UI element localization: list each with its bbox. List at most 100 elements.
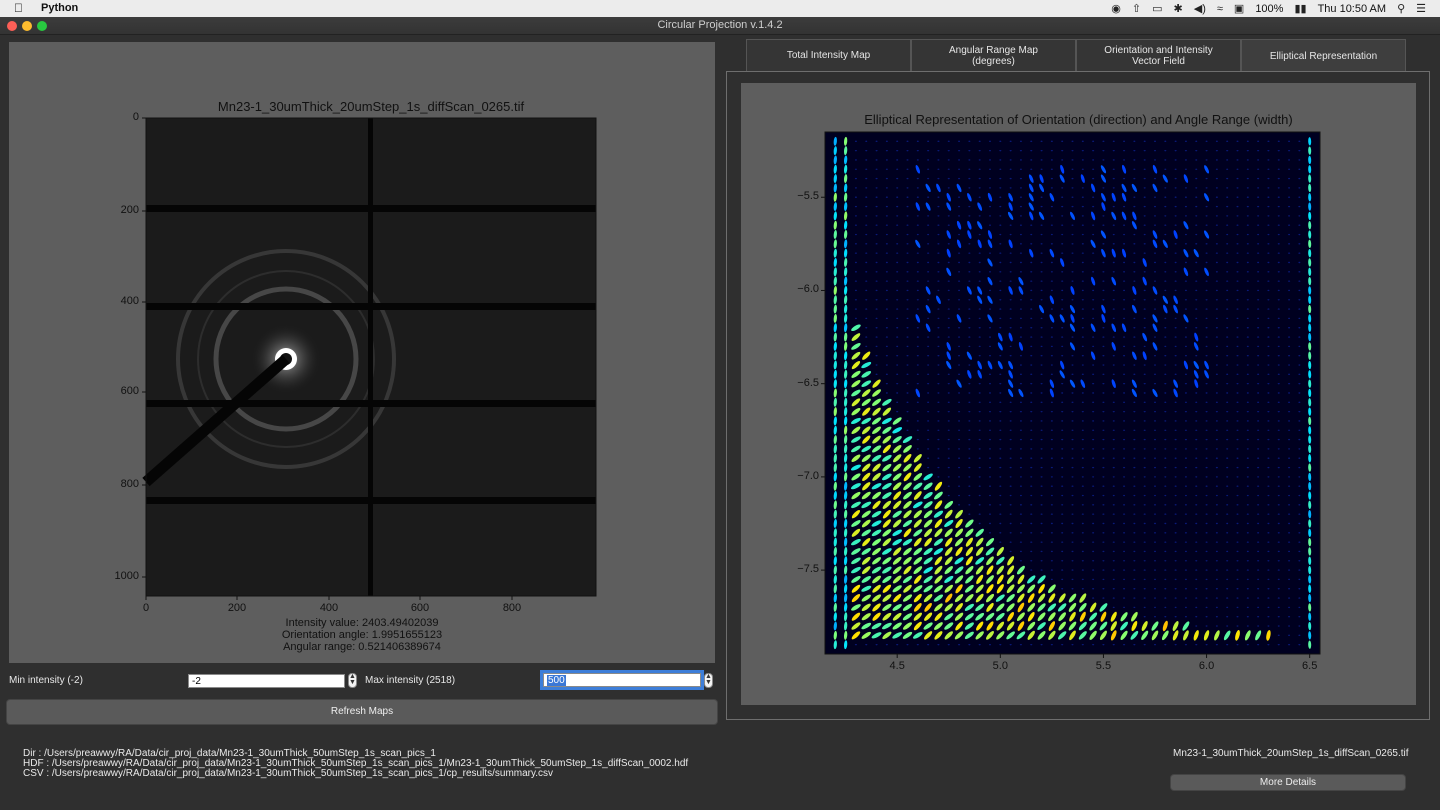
- orientation-ellipse: [865, 308, 868, 310]
- input-source-icon[interactable]: ▣: [1234, 2, 1244, 15]
- orientation-ellipse: [1061, 522, 1064, 525]
- orientation-ellipse: [947, 410, 950, 413]
- orientation-ellipse: [989, 401, 991, 404]
- orientation-ellipse: [927, 177, 930, 180]
- orientation-ellipse: [1184, 196, 1187, 198]
- min-intensity-input[interactable]: -2: [188, 674, 345, 688]
- orientation-ellipse: [1277, 606, 1280, 609]
- orientation-ellipse: [1123, 504, 1126, 506]
- orientation-ellipse: [1143, 420, 1146, 422]
- orientation-ellipse: [1215, 280, 1218, 282]
- tab-elliptical-representation[interactable]: Elliptical Representation: [1241, 39, 1406, 72]
- orientation-ellipse: [1040, 280, 1043, 282]
- orientation-ellipse: [1092, 224, 1095, 226]
- airplay-icon[interactable]: ▭: [1152, 2, 1162, 15]
- menubar-clock[interactable]: Thu 10:50 AM: [1318, 3, 1387, 15]
- search-icon[interactable]: ⚲: [1397, 2, 1405, 15]
- orientation-ellipse: [999, 429, 1002, 431]
- orientation-ellipse: [916, 299, 919, 301]
- tab-orientation-vector-field[interactable]: Orientation and Intensity Vector Field: [1076, 39, 1241, 71]
- battery-icon[interactable]: ▮▮: [1294, 2, 1306, 15]
- orientation-ellipse: [1009, 299, 1012, 301]
- orientation-ellipse: [1288, 541, 1291, 543]
- orientation-ellipse: [1267, 588, 1270, 590]
- orientation-ellipse: [958, 308, 961, 310]
- upload-icon[interactable]: ⇧: [1132, 2, 1141, 15]
- orientation-ellipse: [1277, 429, 1280, 431]
- orientation-ellipse: [854, 149, 857, 152]
- orientation-ellipse: [1205, 616, 1208, 618]
- orientation-ellipse: [968, 466, 971, 469]
- orientation-ellipse: [1215, 569, 1218, 571]
- orientation-ellipse: [916, 149, 919, 152]
- orientation-ellipse: [1071, 168, 1074, 170]
- orientation-ellipse: [958, 466, 961, 469]
- orientation-ellipse: [1102, 541, 1105, 543]
- wifi-icon[interactable]: ≈: [1217, 3, 1223, 15]
- orientation-ellipse: [1205, 420, 1208, 422]
- orientation-ellipse: [1215, 327, 1218, 329]
- elliptical-chart[interactable]: [741, 83, 1416, 705]
- orientation-ellipse: [1123, 271, 1126, 273]
- orientation-ellipse: [1277, 140, 1280, 143]
- bluetooth-icon[interactable]: ✱: [1174, 2, 1183, 15]
- tab-angular-range-map[interactable]: Angular Range Map (degrees): [911, 39, 1076, 71]
- orientation-ellipse: [1246, 149, 1249, 152]
- orientation-ellipse: [1205, 317, 1208, 320]
- orientation-ellipse: [968, 205, 971, 208]
- orientation-ellipse: [1061, 466, 1064, 469]
- orientation-ellipse: [1267, 625, 1270, 627]
- orientation-ellipse: [1143, 410, 1146, 413]
- orientation-ellipse: [1277, 616, 1280, 618]
- orientation-ellipse: [1226, 261, 1229, 264]
- orientation-ellipse: [1215, 252, 1218, 254]
- chart-x-tick-label: 6.0: [1198, 660, 1215, 672]
- max-intensity-input[interactable]: 500: [540, 670, 704, 690]
- orientation-ellipse: [1257, 606, 1260, 609]
- orientation-ellipse: [1071, 243, 1074, 245]
- orientation-ellipse: [1071, 252, 1074, 254]
- orientation-ellipse: [958, 233, 961, 236]
- orientation-ellipse: [1112, 643, 1115, 646]
- orientation-ellipse: [1009, 494, 1012, 497]
- orientation-ellipse: [854, 643, 857, 646]
- chart-y-tick-label: −5.5: [797, 190, 819, 203]
- orientation-ellipse: [1009, 448, 1012, 450]
- apple-icon[interactable]: : [14, 1, 23, 15]
- orientation-ellipse: [1154, 541, 1156, 543]
- chat-icon[interactable]: ◉: [1111, 2, 1121, 15]
- more-details-button[interactable]: More Details: [1170, 774, 1406, 791]
- orientation-ellipse: [1215, 364, 1218, 366]
- orientation-ellipse: [1184, 159, 1187, 161]
- orientation-ellipse: [896, 364, 899, 366]
- orientation-ellipse: [865, 205, 868, 208]
- orientation-ellipse: [1123, 597, 1126, 599]
- orientation-ellipse: [1030, 513, 1033, 515]
- refresh-maps-button[interactable]: Refresh Maps: [6, 699, 718, 725]
- tab-total-intensity-map[interactable]: Total Intensity Map: [746, 39, 911, 71]
- orientation-ellipse: [1081, 569, 1084, 571]
- orientation-ellipse: [927, 140, 930, 143]
- orientation-ellipse: [1092, 578, 1095, 581]
- orientation-ellipse: [1071, 392, 1074, 394]
- orientation-ellipse: [1184, 289, 1187, 292]
- orientation-ellipse: [1257, 289, 1260, 292]
- orientation-ellipse: [1102, 476, 1105, 478]
- menu-list-icon[interactable]: ☰: [1416, 2, 1426, 15]
- orientation-ellipse: [999, 159, 1002, 161]
- orientation-ellipse: [1050, 448, 1053, 450]
- volume-icon[interactable]: ◀): [1194, 2, 1206, 15]
- orientation-ellipse: [1050, 522, 1053, 525]
- min-intensity-stepper[interactable]: ▲ ▼: [348, 673, 357, 688]
- orientation-ellipse: [1257, 448, 1260, 450]
- max-intensity-stepper[interactable]: ▲ ▼: [704, 673, 713, 688]
- orientation-ellipse: [1071, 588, 1074, 590]
- orientation-ellipse: [1267, 187, 1270, 189]
- orientation-ellipse: [1050, 541, 1053, 543]
- orientation-ellipse: [1050, 168, 1053, 170]
- orientation-ellipse: [1236, 224, 1239, 226]
- orientation-ellipse: [1288, 513, 1291, 515]
- orientation-ellipse: [1112, 308, 1115, 310]
- orientation-ellipse: [1133, 299, 1136, 301]
- app-menu-python[interactable]: Python: [41, 2, 78, 14]
